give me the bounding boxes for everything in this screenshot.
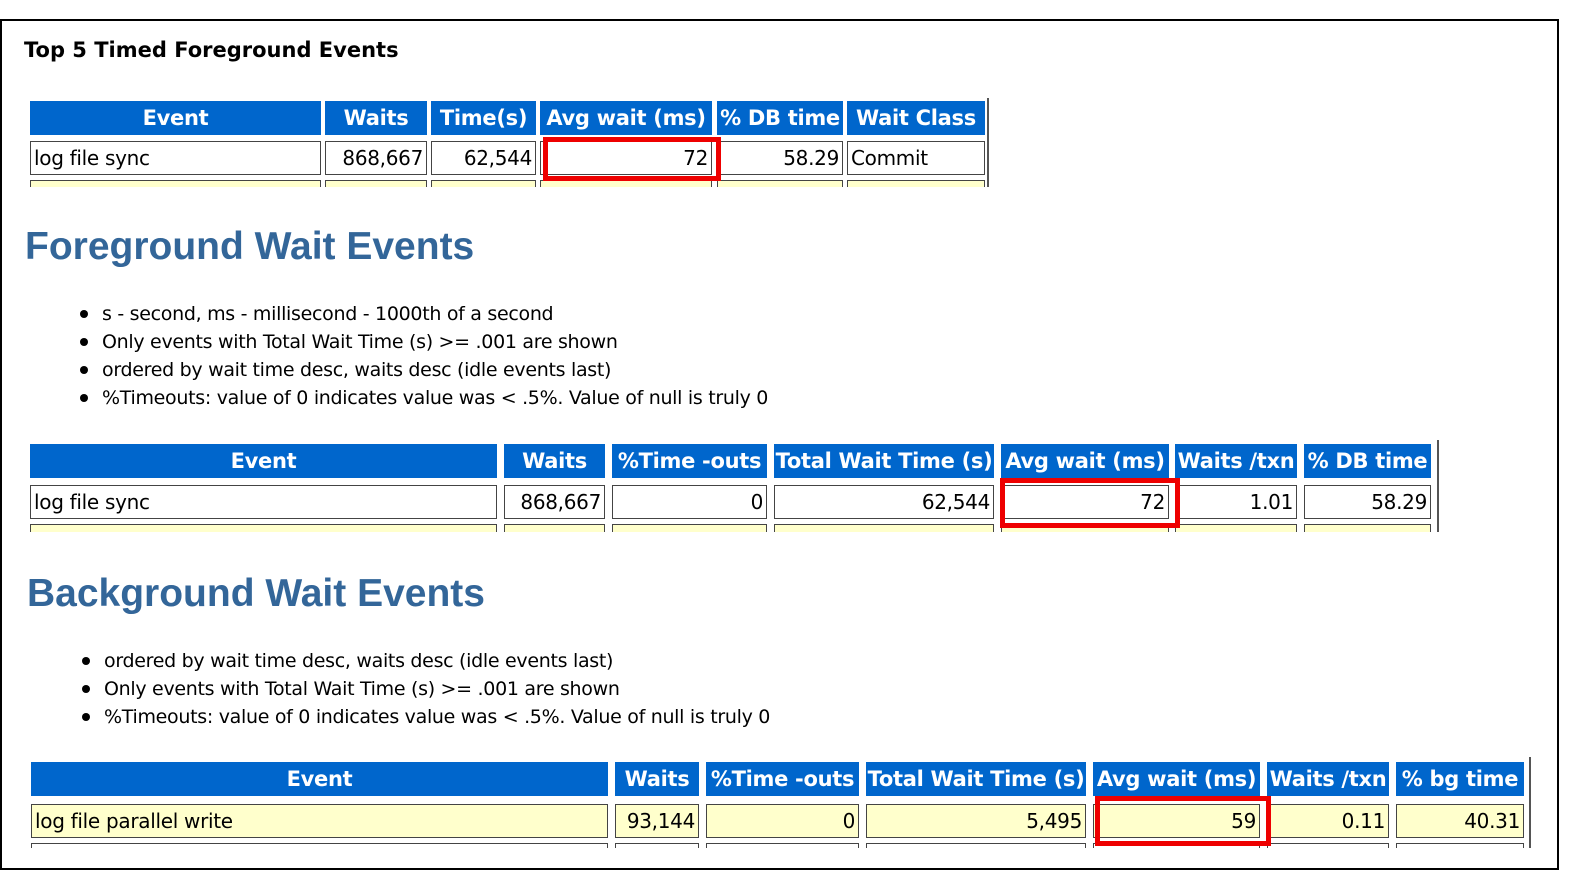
cell-event: log file parallel write: [31, 804, 608, 838]
cell-wait-class: Commit: [847, 141, 985, 175]
foreground-title: Foreground Wait Events: [25, 225, 475, 268]
cell-total-wait: 5,495: [866, 804, 1086, 838]
table-header-row: Event Waits %Time -outs Total Wait Time …: [28, 762, 1531, 796]
table-row-truncated: [27, 180, 989, 187]
highlight-box: [543, 137, 721, 181]
highlight-box: [1095, 796, 1271, 846]
list-item: s - second, ms - millisecond - 1000th of…: [76, 300, 768, 328]
cell-waits-txn: 1.01: [1175, 485, 1297, 519]
col-header-waits[interactable]: Waits: [504, 444, 605, 478]
col-header-db-time[interactable]: % DB time: [717, 101, 843, 135]
foreground-notes: s - second, ms - millisecond - 1000th of…: [76, 300, 768, 412]
table-row: log file sync 868,667 0 62,544 72 1.01 5…: [27, 485, 1439, 519]
col-header-avg-wait[interactable]: Avg wait (ms): [1001, 444, 1169, 478]
cell-timeouts: 0: [612, 485, 767, 519]
col-header-wait-class[interactable]: Wait Class: [847, 101, 985, 135]
col-header-waits-txn[interactable]: Waits /txn: [1175, 444, 1297, 478]
col-header-event[interactable]: Event: [30, 444, 497, 478]
col-header-time[interactable]: Time(s): [431, 101, 536, 135]
list-item: Only events with Total Wait Time (s) >= …: [76, 328, 768, 356]
cell-total-wait: 62,544: [774, 485, 994, 519]
list-item: %Timeouts: value of 0 indicates value wa…: [76, 384, 768, 412]
col-header-waits[interactable]: Waits: [615, 762, 699, 796]
col-header-bg-time[interactable]: % bg time: [1396, 762, 1524, 796]
highlight-box: [1000, 478, 1180, 528]
background-title: Background Wait Events: [27, 572, 485, 615]
top5-title: Top 5 Timed Foreground Events: [24, 38, 399, 62]
cell-db-time: 58.29: [717, 141, 843, 175]
col-header-total-wait[interactable]: Total Wait Time (s): [774, 444, 994, 478]
table-header-row: Event Waits %Time -outs Total Wait Time …: [27, 444, 1439, 478]
list-item: ordered by wait time desc, waits desc (i…: [76, 356, 768, 384]
cell-waits: 93,144: [615, 804, 699, 838]
table-row-truncated: [27, 524, 1439, 532]
col-header-timeouts[interactable]: %Time -outs: [706, 762, 859, 796]
col-header-total-wait[interactable]: Total Wait Time (s): [866, 762, 1086, 796]
cell-timeouts: 0: [706, 804, 859, 838]
background-notes: ordered by wait time desc, waits desc (i…: [78, 647, 770, 731]
list-item: ordered by wait time desc, waits desc (i…: [78, 647, 770, 675]
top5-table: Event Waits Time(s) Avg wait (ms) % DB t…: [27, 98, 989, 187]
col-header-event[interactable]: Event: [31, 762, 608, 796]
col-header-timeouts[interactable]: %Time -outs: [612, 444, 767, 478]
cell-time: 62,544: [431, 141, 536, 175]
cell-bg-time: 40.31: [1396, 804, 1524, 838]
table-header-row: Event Waits Time(s) Avg wait (ms) % DB t…: [27, 101, 989, 135]
col-header-avg-wait[interactable]: Avg wait (ms): [540, 101, 712, 135]
list-item: %Timeouts: value of 0 indicates value wa…: [78, 703, 770, 731]
background-table: Event Waits %Time -outs Total Wait Time …: [28, 757, 1531, 848]
cell-waits-txn: 0.11: [1267, 804, 1389, 838]
table-row-truncated: [28, 843, 1531, 848]
cell-db-time: 58.29: [1304, 485, 1431, 519]
col-header-waits-txn[interactable]: Waits /txn: [1267, 762, 1389, 796]
foreground-table: Event Waits %Time -outs Total Wait Time …: [27, 440, 1439, 532]
col-header-waits[interactable]: Waits: [325, 101, 427, 135]
table-row: log file sync 868,667 62,544 72 58.29 Co…: [27, 141, 989, 175]
cell-waits: 868,667: [325, 141, 427, 175]
col-header-avg-wait[interactable]: Avg wait (ms): [1093, 762, 1260, 796]
table-row: log file parallel write 93,144 0 5,495 5…: [28, 804, 1531, 838]
list-item: Only events with Total Wait Time (s) >= …: [78, 675, 770, 703]
cell-event: log file sync: [30, 141, 321, 175]
cell-event: log file sync: [30, 485, 497, 519]
cell-waits: 868,667: [504, 485, 605, 519]
col-header-event[interactable]: Event: [30, 101, 321, 135]
col-header-db-time[interactable]: % DB time: [1304, 444, 1431, 478]
